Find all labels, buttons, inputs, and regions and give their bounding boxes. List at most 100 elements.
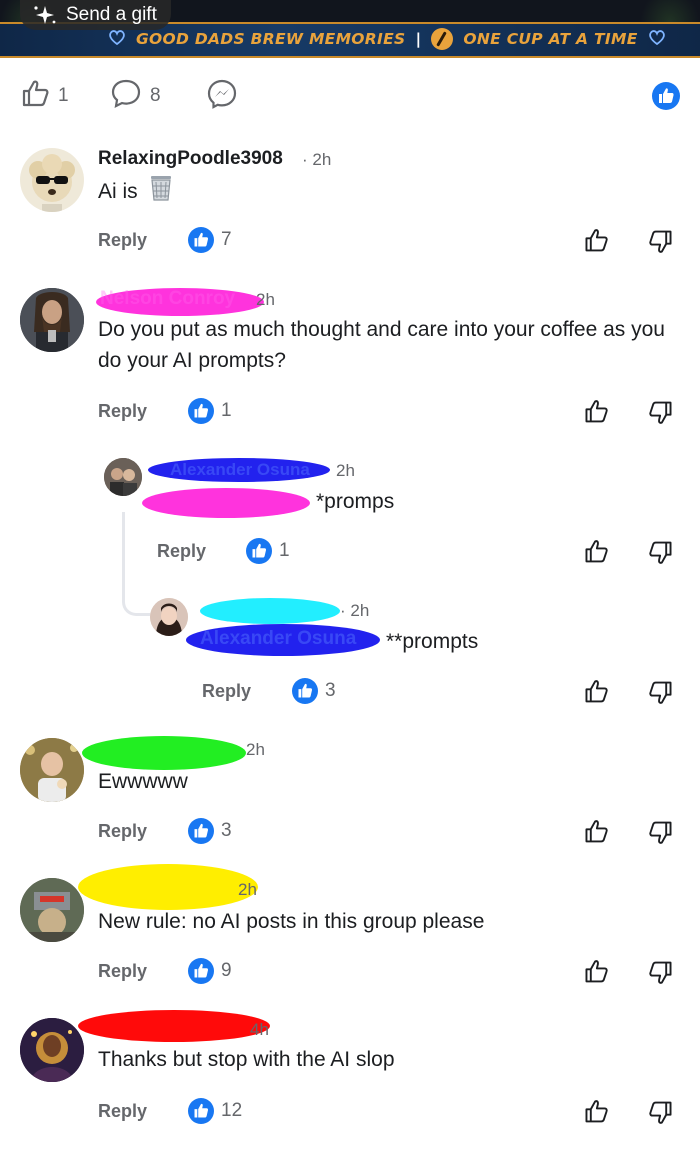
thumbs-up-icon	[20, 78, 50, 114]
slogan-left: GOOD DADS BREW MEMORIES	[136, 30, 406, 48]
downvote-thumb-icon[interactable]	[648, 1100, 674, 1126]
comment: RelaxingPoodle3908 · 2h Ai is Reply 7	[0, 140, 700, 270]
heart-icon	[648, 29, 666, 49]
comment-likes[interactable]: 3	[188, 818, 232, 844]
comment-likes[interactable]: 12	[188, 1098, 242, 1124]
comment-author[interactable]: Nelson Conroy	[100, 288, 235, 310]
downvote-thumb-icon[interactable]	[648, 229, 674, 255]
upvote-thumb-icon[interactable]	[583, 818, 609, 844]
like-count: 1	[279, 540, 290, 561]
reply-button[interactable]: Reply	[98, 1101, 147, 1122]
comment: 4h Thanks but stop with the AI slop Repl…	[0, 1010, 700, 1140]
upvote-thumb-icon[interactable]	[583, 1098, 609, 1124]
comment-text: New rule: no AI posts in this group plea…	[98, 910, 485, 933]
comment-time[interactable]: 2h	[256, 290, 275, 310]
comment-time[interactable]: 2h	[246, 740, 265, 760]
coffee-bean-icon	[431, 28, 454, 50]
comment-text: **prompts	[386, 630, 479, 653]
wastebasket-icon	[146, 172, 176, 211]
like-badge-icon	[246, 538, 272, 564]
comment-time[interactable]: 4h	[250, 1020, 269, 1040]
comment-text: *promps	[316, 490, 395, 513]
comment-likes[interactable]: 9	[188, 958, 232, 984]
comment: Nelson Conroy 2h Do you put as much thou…	[0, 280, 700, 430]
reply-button[interactable]: Reply	[98, 230, 147, 251]
comment-author[interactable]: RelaxingPoodle3908	[98, 148, 283, 170]
upvote-thumb-icon[interactable]	[583, 398, 609, 424]
downvote-thumb-icon[interactable]	[648, 540, 674, 566]
comment: 2h New rule: no AI posts in this group p…	[0, 864, 700, 1000]
comment-author[interactable]: Alexander Osuna	[170, 460, 310, 480]
upvote-thumb-icon[interactable]	[583, 678, 609, 704]
comment-time[interactable]: 2h	[336, 461, 355, 481]
downvote-thumb-icon[interactable]	[648, 400, 674, 426]
comment-text: Ewwwww	[98, 770, 188, 793]
like-count: 9	[221, 960, 232, 981]
reply-comment: · 2h Alexander Osuna **prompts Reply 3	[0, 590, 700, 710]
like-badge-icon	[188, 818, 214, 844]
downvote-thumb-icon[interactable]	[648, 680, 674, 706]
send-gift-button[interactable]: Send a gift	[20, 0, 171, 30]
group-banner: Send a gift GOOD DADS BREW MEMORIES | ON…	[0, 0, 700, 58]
comment-time[interactable]: · 2h	[340, 601, 369, 621]
gift-sparkle-icon	[32, 4, 58, 26]
downvote-thumb-icon[interactable]	[648, 960, 674, 986]
avatar[interactable]	[104, 458, 142, 496]
like-badge-icon	[292, 678, 318, 704]
comment-likes[interactable]: 1	[246, 538, 290, 564]
upvote-thumb-icon[interactable]	[583, 538, 609, 564]
like-reaction-icon	[652, 82, 680, 110]
downvote-thumb-icon[interactable]	[648, 820, 674, 846]
avatar[interactable]	[150, 598, 188, 636]
comment-mention[interactable]: Alexander Osuna	[200, 628, 356, 650]
like-badge-icon	[188, 398, 214, 424]
slogan-right: ONE CUP AT A TIME	[463, 30, 638, 48]
redaction-scribble	[200, 598, 340, 624]
like-count: 3	[325, 680, 336, 701]
send-gift-label: Send a gift	[66, 4, 157, 25]
like-count: 12	[221, 1100, 243, 1121]
avatar[interactable]	[20, 1018, 84, 1082]
post-like-count: 1	[58, 85, 69, 106]
reply-button[interactable]: Reply	[98, 821, 147, 842]
comment-text: Thanks but stop with the AI slop	[98, 1048, 395, 1071]
like-count: 7	[221, 229, 232, 250]
avatar[interactable]	[20, 738, 84, 802]
like-count: 3	[221, 820, 232, 841]
comment-time[interactable]: · 2h	[302, 150, 331, 170]
avatar[interactable]	[20, 148, 84, 212]
banner-slogan: GOOD DADS BREW MEMORIES | ONE CUP AT A T…	[108, 28, 666, 50]
post-action-bar: 1 8	[0, 70, 700, 118]
redaction-scribble	[78, 1010, 270, 1042]
redaction-scribble	[82, 736, 246, 770]
reply-button[interactable]: Reply	[157, 541, 206, 562]
redaction-scribble	[78, 864, 258, 910]
comment-body: Ai is	[98, 172, 176, 211]
comment-text: Do you put as much thought and care into…	[98, 318, 665, 372]
upvote-thumb-icon[interactable]	[583, 958, 609, 984]
redaction-scribble	[142, 488, 310, 518]
reply-button[interactable]: Reply	[98, 401, 147, 422]
reply-comment: Alexander Osuna 2h *promps Reply 1	[0, 450, 700, 570]
comment-likes[interactable]: 7	[188, 227, 232, 253]
comment-likes[interactable]: 3	[292, 678, 336, 704]
like-badge-icon	[188, 958, 214, 984]
heart-icon	[108, 29, 126, 49]
banner-divider	[0, 56, 700, 58]
post-comment-button[interactable]: 8	[110, 78, 161, 114]
slogan-separator: |	[415, 30, 422, 48]
comment-likes[interactable]: 1	[188, 398, 232, 424]
post-messenger-share-button[interactable]	[206, 78, 238, 116]
comment-bubble-icon	[110, 78, 142, 114]
avatar[interactable]	[20, 288, 84, 352]
reply-button[interactable]: Reply	[202, 681, 251, 702]
messenger-icon	[206, 78, 238, 116]
avatar[interactable]	[20, 878, 84, 942]
comment-text: Ai is	[98, 180, 138, 203]
comment-time[interactable]: 2h	[238, 880, 257, 900]
upvote-thumb-icon[interactable]	[583, 227, 609, 253]
reply-button[interactable]: Reply	[98, 961, 147, 982]
like-count: 1	[221, 400, 232, 421]
like-badge-icon	[188, 1098, 214, 1124]
post-like-button[interactable]: 1	[20, 78, 69, 114]
